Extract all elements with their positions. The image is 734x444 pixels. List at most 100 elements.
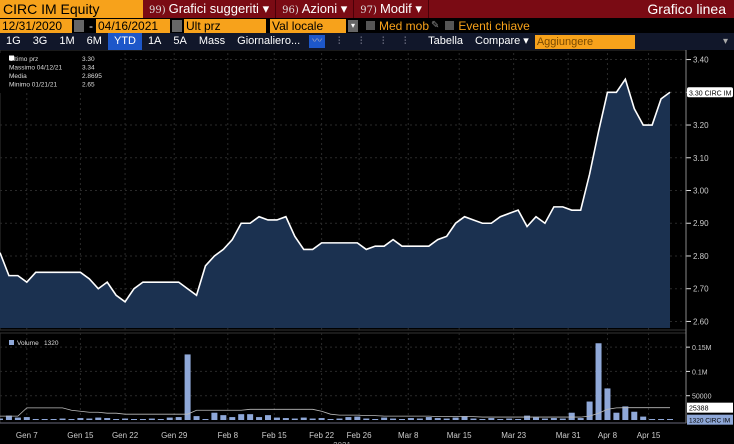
x-tick-label: Mar 31 (556, 431, 581, 440)
x-tick-label: Feb 15 (262, 431, 287, 440)
x-tick-label: Mar 15 (447, 431, 472, 440)
volume-bar (122, 418, 129, 420)
volume-bar (470, 418, 477, 420)
frequency-select[interactable]: Giornaliero... (231, 33, 306, 50)
volume-bar (247, 414, 254, 420)
bar-chart-icon[interactable]: ⫶ (331, 35, 347, 48)
volume-bar (23, 417, 30, 420)
volume-bar (265, 415, 271, 420)
volume-bar (139, 419, 146, 420)
hilo-chart-icon[interactable]: ⫶ (397, 35, 413, 48)
pencil-icon[interactable]: ✎ (431, 20, 439, 31)
suggested-charts-menu[interactable]: 99) Grafici suggeriti ▾ (143, 0, 277, 18)
x-tick-label: Mar 23 (501, 431, 526, 440)
legend-label: Media (9, 73, 27, 80)
volume-bar (497, 419, 504, 420)
period-1g[interactable]: 1G (0, 33, 27, 50)
security-field[interactable]: CIRC IM Equity (0, 0, 143, 18)
volume-bar (631, 411, 638, 420)
title-bar: CIRC IM Equity 99) Grafici suggeriti ▾ 96… (0, 0, 734, 18)
volume-bar (640, 416, 647, 420)
actions-menu[interactable]: 96) Azioni ▾ (276, 0, 355, 18)
period-3g[interactable]: 3G (27, 33, 54, 50)
ohlc-chart-icon[interactable]: ⫶ (375, 35, 391, 48)
volume-panel (0, 332, 687, 424)
candle-chart-icon[interactable]: ⫶ (353, 35, 369, 48)
volume-legend-value: 1320 (44, 340, 59, 347)
volume-bar (131, 419, 137, 420)
volume-bar (595, 343, 602, 420)
chevron-down-icon[interactable]: ▾ (348, 19, 358, 32)
volume-bar (425, 417, 432, 420)
period-max[interactable]: Mass (193, 33, 231, 50)
volume-bar (113, 419, 120, 420)
compare-button[interactable]: Compare ▾ (469, 33, 535, 50)
field-select[interactable]: Ult prz (184, 18, 266, 33)
volume-bar (291, 418, 298, 420)
y-tick-label: 2.90 (693, 219, 709, 228)
volume-tick-label: 50000 (692, 394, 712, 401)
volume-bar (434, 418, 441, 420)
volume-bar (541, 418, 548, 420)
volume-legend-label: Volume (17, 340, 39, 347)
volume-bar (416, 418, 423, 420)
volume-bar (667, 419, 673, 420)
period-5a[interactable]: 5A (167, 33, 192, 50)
period-ytd[interactable]: YTD (107, 33, 142, 50)
volume-bar (658, 419, 665, 420)
volume-bar (479, 419, 486, 420)
volume-bar (327, 419, 334, 420)
volume-bar (184, 354, 191, 420)
volume-bar (559, 418, 566, 420)
volume-bar (586, 401, 593, 420)
moving-avg-checkbox[interactable] (366, 21, 375, 30)
volume-bar (104, 418, 111, 420)
y-tick-label: 3.20 (693, 121, 709, 130)
period-6m[interactable]: 6M (81, 33, 108, 50)
add-input[interactable]: Aggiungere (534, 34, 635, 49)
y-tick-label: 2.60 (693, 317, 709, 326)
currency-select[interactable]: Val locale (270, 18, 346, 33)
volume-bar (59, 418, 66, 420)
volume-tick-label: 0.1M (692, 369, 708, 376)
menu-label: Grafici suggeriti (168, 1, 259, 16)
period-1m[interactable]: 1M (53, 33, 80, 50)
end-date-input[interactable]: 04/16/2021 (96, 18, 170, 33)
calendar-icon[interactable] (172, 19, 182, 32)
volume-bar (649, 419, 656, 420)
legend-label: Minimo 01/21/21 (9, 82, 57, 89)
chart-type-label: Grafico linea (647, 1, 726, 17)
line-chart-icon[interactable]: 〰 (309, 35, 326, 48)
volume-bar (175, 417, 182, 420)
x-tick-label: Gen 29 (161, 431, 188, 440)
key-events-checkbox[interactable] (445, 21, 455, 30)
period-1a[interactable]: 1A (142, 33, 167, 50)
volume-bar (166, 417, 173, 420)
volume-bar (229, 417, 236, 420)
key-events-label[interactable]: Eventi chiave (458, 19, 529, 33)
last-price-label: 3.30 CIRC IM (689, 90, 732, 97)
volume-ma-label: 25388 (689, 406, 709, 413)
volume-bar (318, 418, 325, 420)
y-tick-label: 2.70 (693, 285, 709, 294)
volume-bar (77, 418, 84, 420)
volume-bar (95, 417, 102, 420)
volume-bar (604, 388, 611, 420)
volume-bar (345, 417, 352, 420)
volume-bar (488, 418, 495, 420)
y-tick-label: 2.80 (693, 252, 709, 261)
moving-avg-label[interactable]: Med mob (379, 19, 429, 33)
volume-bar (220, 415, 227, 420)
legend-swatch (9, 55, 14, 61)
calendar-icon[interactable] (74, 19, 84, 32)
volume-bar (202, 419, 209, 420)
start-date-input[interactable]: 12/31/2020 (0, 18, 72, 33)
table-button[interactable]: Tabella (422, 33, 469, 50)
controls-row: 12/31/2020 - 04/16/2021 Ult prz Val loca… (0, 18, 734, 33)
y-tick-label: 3.10 (693, 154, 709, 163)
x-tick-label: Apr 15 (637, 431, 661, 440)
volume-bar (238, 414, 245, 420)
menu-expand-icon[interactable]: ▾ (723, 36, 728, 47)
edit-menu[interactable]: 97) Modif ▾ (354, 0, 429, 18)
menu-number: 99) (149, 5, 166, 16)
